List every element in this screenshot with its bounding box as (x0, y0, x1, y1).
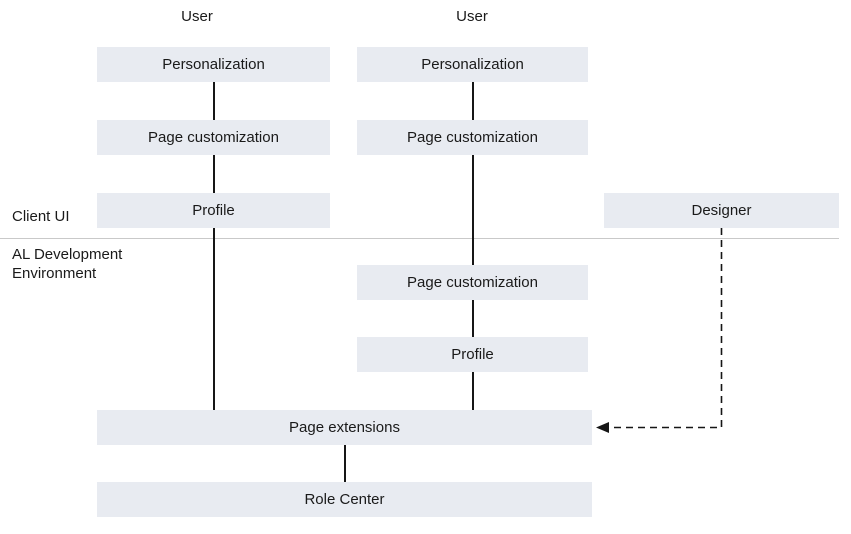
node-label: Page customization (407, 274, 538, 291)
lane-label-client-ui: Client UI (12, 208, 70, 225)
node-profile-al[interactable]: Profile (357, 337, 588, 372)
node-label: Profile (451, 346, 494, 363)
edge-page-customization-al-to-profile-al (472, 300, 474, 337)
edge-page-customization-right-to-page-customization-al (472, 155, 474, 265)
edge-personalization-left-to-page-customization-left (213, 82, 215, 120)
edge-personalization-right-to-page-customization-right (472, 82, 474, 120)
edge-page-extensions-to-role-center (344, 445, 346, 482)
node-label: Designer (691, 202, 752, 219)
node-profile-left[interactable]: Profile (97, 193, 330, 228)
lane-label-al-development-environment: AL Development Environment (12, 246, 123, 282)
node-page-customization-left[interactable]: Page customization (97, 120, 330, 155)
node-label: Role Center (304, 491, 385, 508)
column-label-user-left: User (181, 8, 213, 25)
node-label: Page customization (407, 129, 538, 146)
node-page-customization-right[interactable]: Page customization (357, 120, 588, 155)
node-page-extensions[interactable]: Page extensions (97, 410, 592, 445)
edge-profile-al-to-page-extensions (472, 372, 474, 410)
edge-profile-left-to-page-extensions (213, 228, 215, 410)
node-personalization-right[interactable]: Personalization (357, 47, 588, 82)
node-designer[interactable]: Designer (604, 193, 839, 228)
node-label: Profile (192, 202, 235, 219)
node-label: Page customization (148, 129, 279, 146)
node-personalization-left[interactable]: Personalization (97, 47, 330, 82)
lane-divider (0, 238, 839, 239)
node-label: Personalization (162, 56, 265, 73)
node-role-center[interactable]: Role Center (97, 482, 592, 517)
diagram-canvas: User User Client UI AL Development Envir… (0, 0, 851, 534)
node-label: Page extensions (289, 419, 400, 436)
column-label-user-right: User (456, 8, 488, 25)
node-label: Personalization (421, 56, 524, 73)
node-page-customization-al[interactable]: Page customization (357, 265, 588, 300)
edge-page-customization-left-to-profile-left (213, 155, 215, 193)
